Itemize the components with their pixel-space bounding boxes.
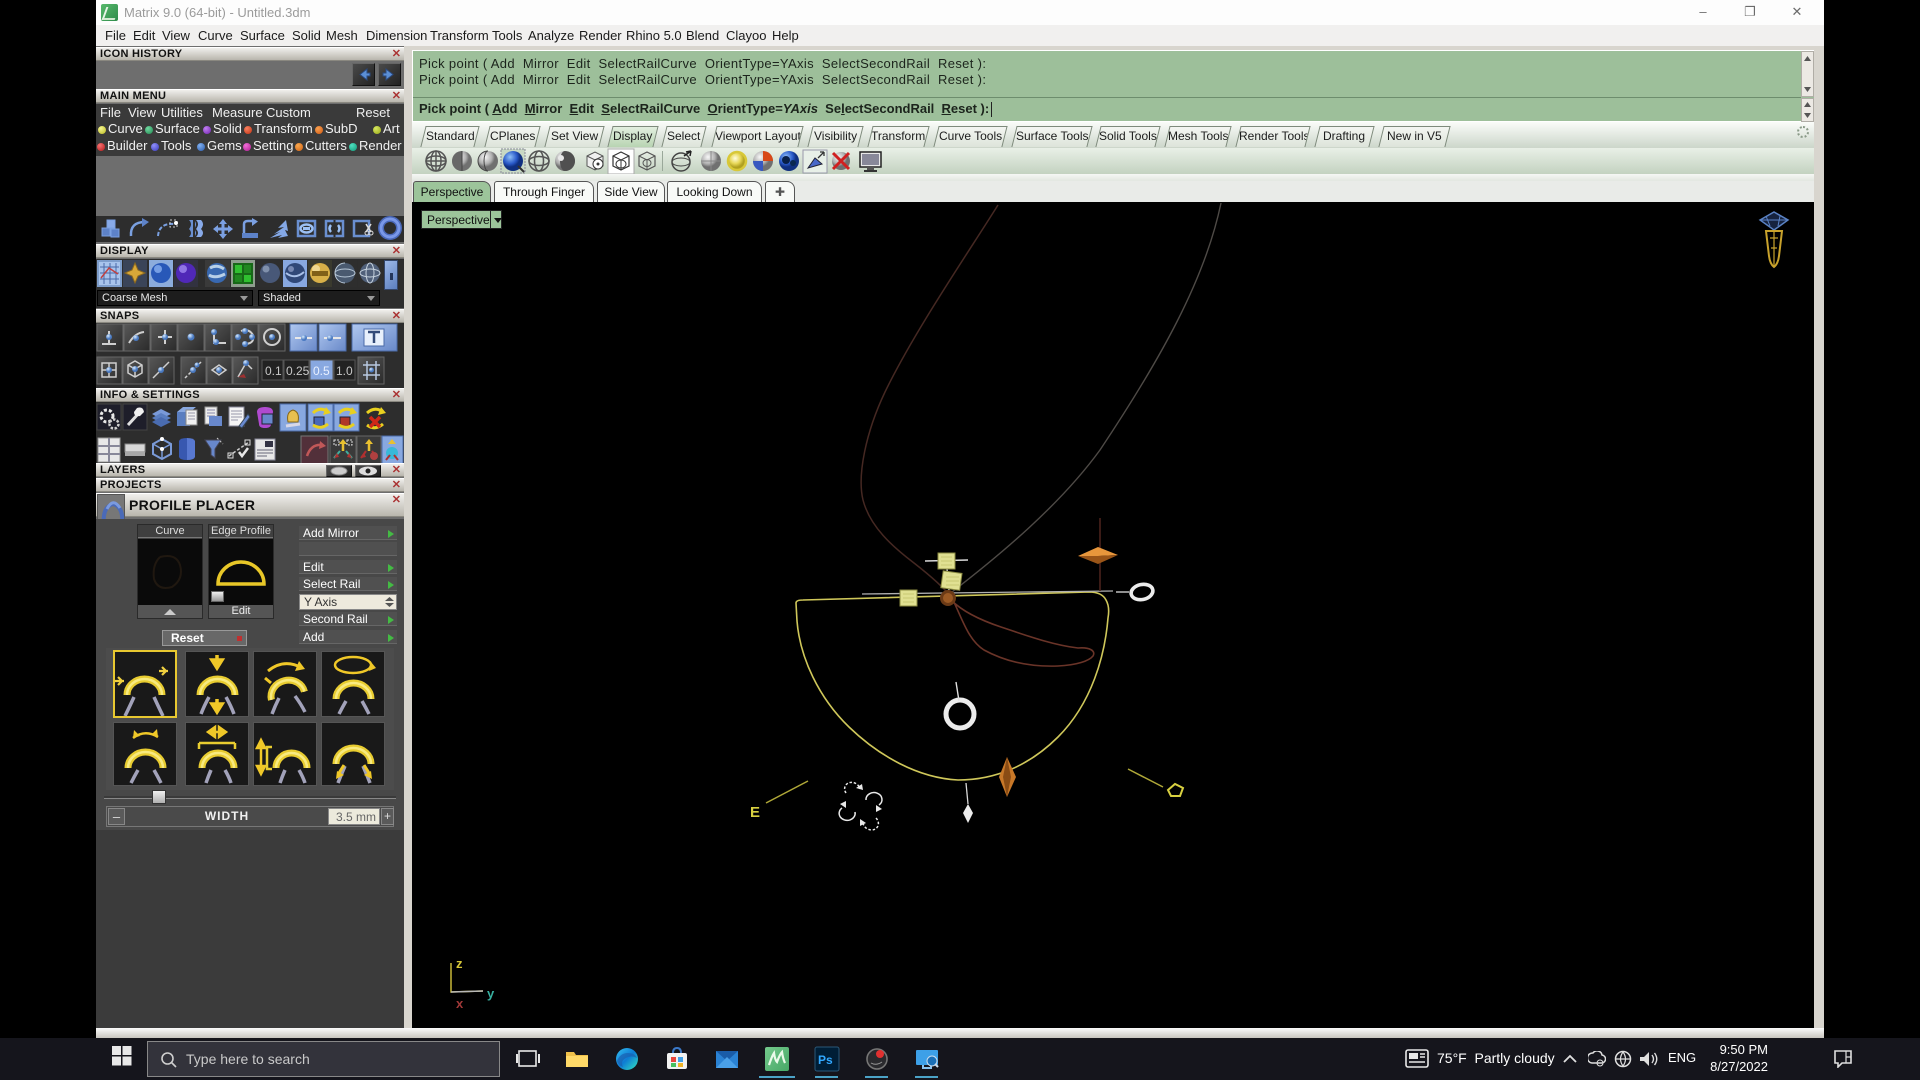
svg-text:Ps: Ps [818, 1053, 833, 1067]
svg-text:0.5: 0.5 [313, 364, 330, 378]
svg-text:0.25: 0.25 [286, 364, 310, 378]
svg-text:E: E [750, 804, 760, 821]
svg-text:y: y [487, 986, 495, 1001]
svg-text:0.1: 0.1 [265, 364, 282, 378]
svg-text:z: z [456, 956, 463, 971]
svg-text:x: x [456, 996, 464, 1011]
svg-text:1.0: 1.0 [336, 364, 353, 378]
